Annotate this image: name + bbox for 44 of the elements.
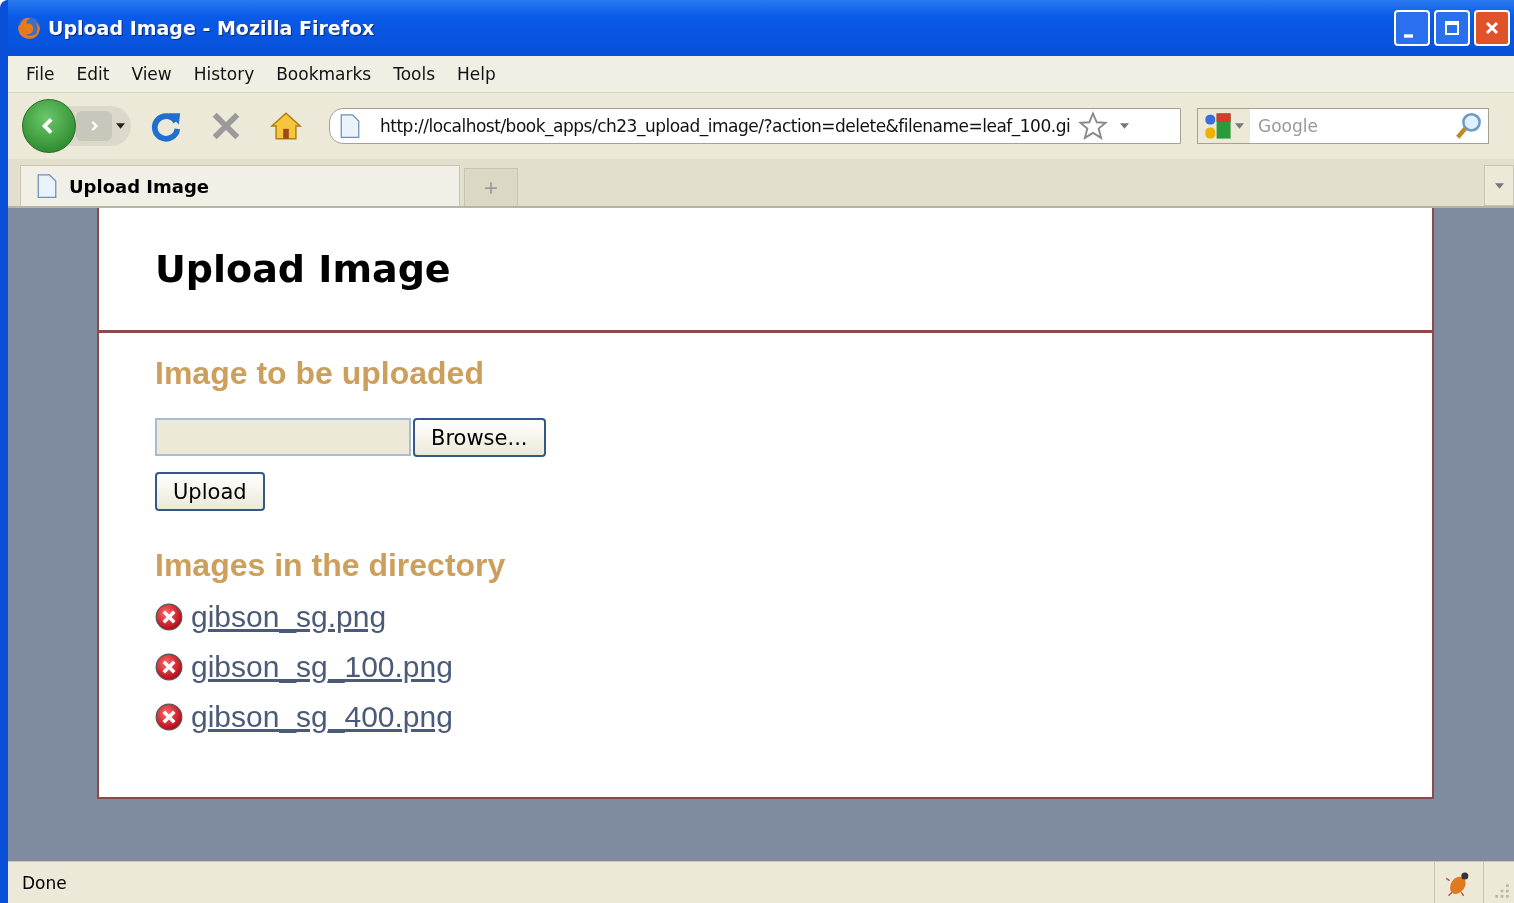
- page-heading: Upload Image: [155, 247, 451, 291]
- menu-item[interactable]: View: [123, 64, 186, 84]
- menu-item[interactable]: Tools: [385, 64, 450, 84]
- menu-item[interactable]: File: [18, 64, 69, 84]
- minimize-icon: [1403, 34, 1413, 38]
- dropdown-icon[interactable]: [116, 123, 125, 129]
- address-text: http://localhost/book_apps/ch23_upload_image/?action=delete&filename=leaf_100.gi: [380, 116, 1071, 136]
- section-heading: Images in the directory: [155, 547, 507, 584]
- window-title: Upload Image - Mozilla Firefox: [48, 17, 375, 39]
- dropdown-icon: [1235, 123, 1244, 129]
- menu-item[interactable]: Bookmarks: [268, 64, 386, 84]
- search-icon: [1454, 111, 1484, 141]
- menu-item[interactable]: Edit: [68, 64, 124, 84]
- plus-icon: [484, 180, 498, 195]
- upload-button[interactable]: Upload: [155, 472, 265, 511]
- browse-button[interactable]: Browse...: [413, 418, 546, 457]
- section-heading: Image to be uploaded: [155, 355, 485, 392]
- back-button[interactable]: [22, 99, 76, 153]
- minimize-button[interactable]: [1394, 10, 1430, 46]
- status-text: Done: [22, 872, 67, 893]
- page-icon: [340, 113, 360, 139]
- browser-tab[interactable]: Upload Image: [20, 165, 460, 206]
- delete-icon[interactable]: [155, 603, 183, 631]
- address-field[interactable]: http://localhost/book_apps/ch23_upload_image/?action=delete&filename=leaf_100.gi: [329, 108, 1181, 144]
- search-button[interactable]: [1454, 108, 1489, 144]
- maximize-icon: [1442, 18, 1462, 38]
- search-field[interactable]: Google: [1250, 108, 1454, 144]
- file-link[interactable]: gibson_sg_400.png: [191, 700, 453, 734]
- close-button[interactable]: [1474, 10, 1510, 46]
- star-icon[interactable]: [1078, 111, 1109, 141]
- search-engine-button[interactable]: [1197, 108, 1250, 144]
- page-icon: [37, 173, 57, 199]
- file-link[interactable]: gibson_sg.png: [191, 600, 387, 634]
- maximize-button[interactable]: [1434, 10, 1470, 46]
- delete-icon[interactable]: [155, 703, 183, 731]
- file-link[interactable]: gibson_sg_100.png: [191, 650, 453, 684]
- file-path-field[interactable]: [155, 418, 411, 456]
- delete-icon[interactable]: [155, 653, 183, 681]
- colored-blocks-icon: [1204, 112, 1232, 140]
- menu-item[interactable]: History: [185, 64, 269, 84]
- resize-grip-icon[interactable]: [1494, 882, 1510, 899]
- menu-item[interactable]: Help: [449, 64, 510, 84]
- dropdown-icon: [1494, 182, 1504, 189]
- globe-fox-icon: [16, 15, 42, 41]
